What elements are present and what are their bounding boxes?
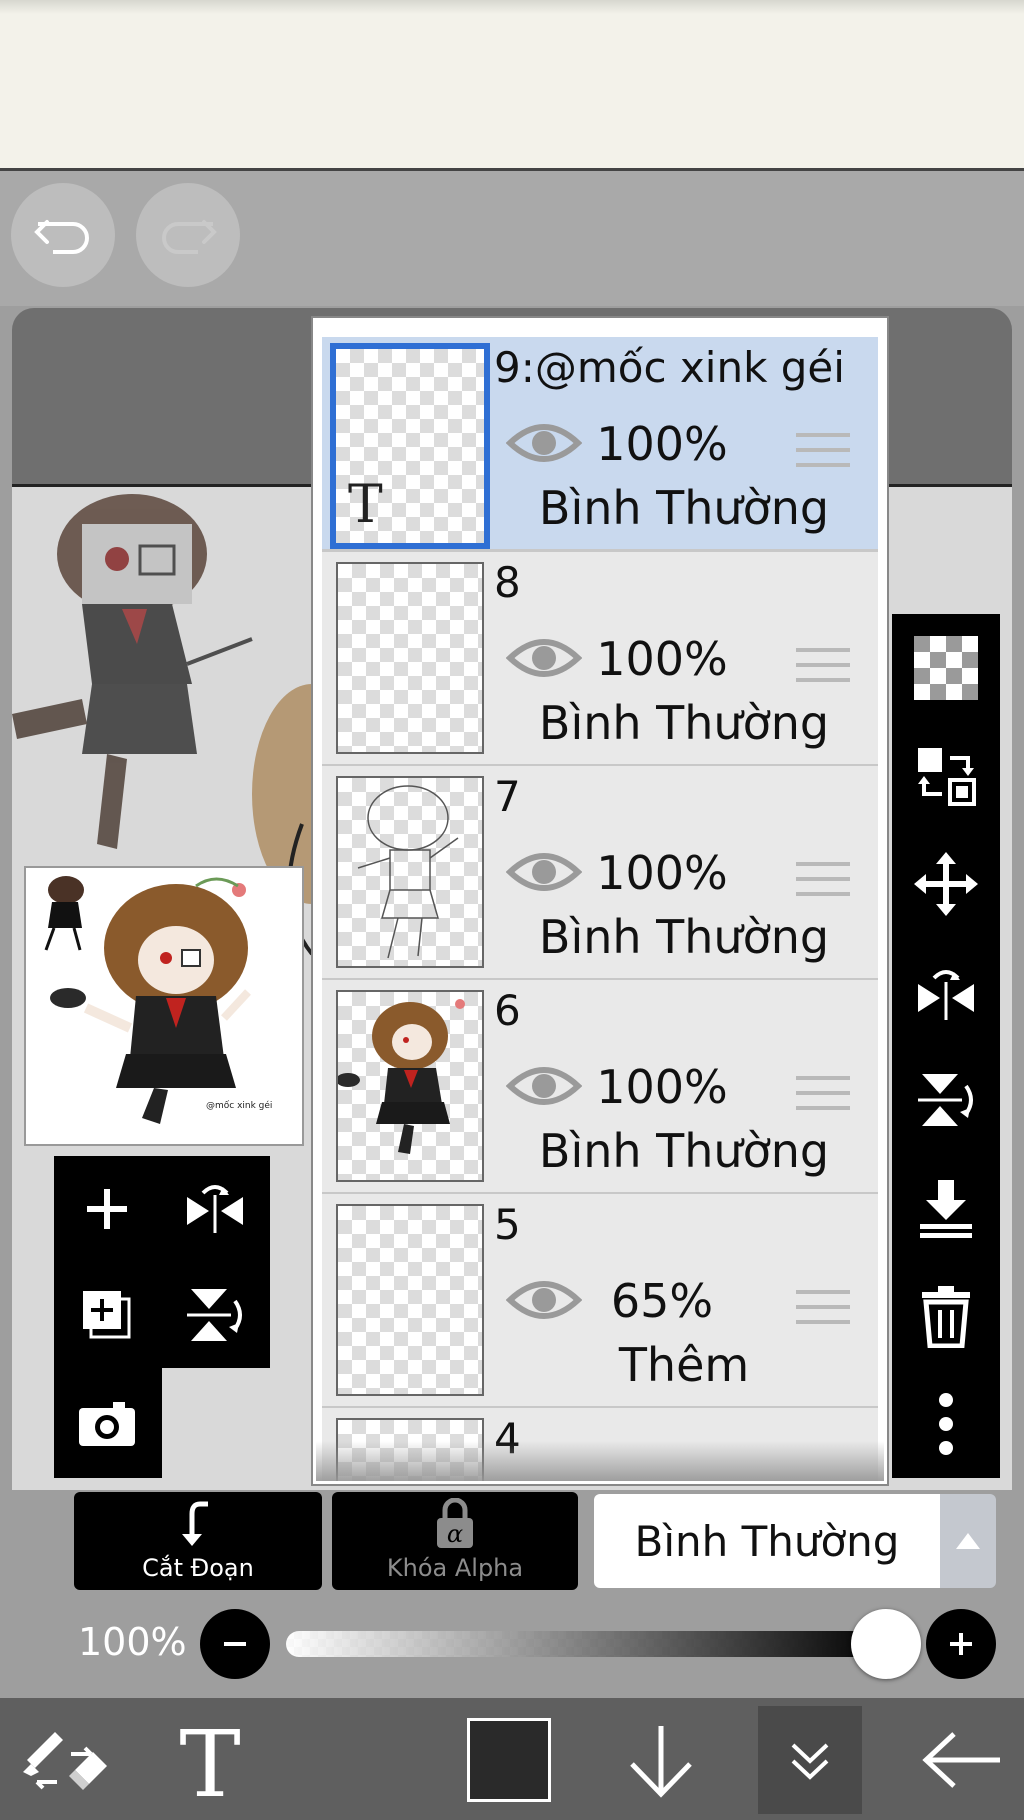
blend-mode-select[interactable]: Bình Thường	[594, 1494, 940, 1588]
arrow-left-icon	[922, 1732, 1000, 1788]
layer-thumbnail[interactable]	[336, 776, 484, 968]
back-button[interactable]	[912, 1706, 1012, 1814]
layer-row-9[interactable]: T 9:@mốc xink géi 100% Bình Thường	[322, 337, 878, 552]
layer-thumbnail[interactable]: T	[330, 343, 490, 549]
text-tool-button[interactable]: T	[160, 1706, 260, 1814]
delete-layer-button[interactable]	[906, 1276, 986, 1356]
move-icon	[914, 852, 978, 916]
color-swatch-button[interactable]	[464, 1706, 554, 1814]
flip-horizontal-icon	[187, 1185, 243, 1233]
drag-handle-icon[interactable]	[796, 648, 850, 693]
layer-blend-mode: Bình Thường	[538, 910, 830, 964]
drag-handle-icon[interactable]	[796, 433, 850, 478]
add-layer-button[interactable]	[62, 1164, 152, 1254]
trash-icon	[922, 1286, 970, 1348]
more-vertical-icon	[939, 1393, 953, 1455]
flip-vertical-icon	[187, 1289, 242, 1341]
svg-text:@mốc xink géi: @mốc xink géi	[206, 1100, 272, 1111]
text-layer-glyph: T	[348, 475, 383, 535]
lock-alpha-icon: α	[437, 1498, 473, 1548]
plus-icon	[87, 1189, 127, 1229]
collapse-panel-button[interactable]	[758, 1706, 862, 1814]
brush-eraser-icon	[23, 1732, 107, 1790]
preview-artwork: @mốc xink géi	[44, 876, 272, 1124]
current-color-swatch	[467, 1718, 551, 1802]
double-chevron-down-icon	[791, 1743, 829, 1780]
layer-opacity: 100%	[596, 632, 728, 686]
opacity-value-label: 100%	[78, 1620, 187, 1664]
text-tool-icon: T	[179, 1718, 240, 1802]
lineart-thumbnail-icon	[357, 785, 459, 959]
layer-thumbnail[interactable]	[336, 562, 484, 754]
drag-handle-icon[interactable]	[796, 862, 850, 907]
drag-handle-icon[interactable]	[796, 1290, 850, 1335]
swap-layer-button[interactable]	[906, 736, 986, 816]
undo-icon	[34, 220, 89, 254]
drag-handle-icon[interactable]	[796, 1076, 850, 1121]
flip-horizontal-layer-button[interactable]	[170, 1164, 260, 1254]
clipping-button[interactable]: Cắt Đoạn	[74, 1492, 322, 1590]
layer-blend-mode: Thêm	[618, 1338, 750, 1392]
blend-mode-dropdown-button[interactable]	[940, 1494, 996, 1588]
layer-row-5[interactable]: 5 65% Thêm	[322, 1194, 878, 1409]
merge-down-icon	[920, 1180, 972, 1238]
redo-icon	[162, 220, 217, 254]
status-area	[0, 0, 1024, 171]
brush-eraser-toggle-button[interactable]	[14, 1706, 114, 1814]
merge-down-button[interactable]	[906, 1168, 986, 1248]
undo-button[interactable]	[11, 183, 115, 287]
layer-thumbnail[interactable]	[336, 1204, 484, 1396]
layer-opacity: 100%	[596, 1060, 728, 1114]
character-thumbnail-icon	[336, 999, 465, 1154]
layer-blend-mode: Bình Thường	[538, 696, 830, 750]
layer-row-8[interactable]: 8 100% Bình Thường	[322, 552, 878, 767]
opacity-increase-button[interactable]	[926, 1609, 996, 1679]
layer-name: 7	[494, 772, 521, 821]
layer-opacity: 100%	[596, 417, 728, 471]
flip-vertical-button[interactable]	[906, 1060, 986, 1140]
download-button[interactable]	[616, 1706, 706, 1814]
triangle-up-icon	[956, 1533, 980, 1549]
transparent-fill-button[interactable]	[906, 628, 986, 708]
layer-name: 8	[494, 558, 521, 607]
more-options-button[interactable]	[906, 1384, 986, 1464]
layer-name: 6	[494, 986, 521, 1035]
clipping-arrow-icon	[182, 1501, 208, 1546]
layer-opacity: 100%	[596, 846, 728, 900]
alpha-lock-button[interactable]: α Khóa Alpha	[332, 1492, 578, 1590]
move-layer-button[interactable]	[906, 844, 986, 924]
minus-icon	[224, 1642, 246, 1646]
camera-button[interactable]	[62, 1378, 152, 1468]
alpha-lock-label: Khóa Alpha	[386, 1554, 524, 1582]
swap-icon	[918, 748, 976, 806]
layer-row-7[interactable]: 7 100% Bình Thường	[322, 766, 878, 981]
layer-blend-mode: Bình Thường	[538, 481, 830, 535]
redo-button[interactable]	[136, 183, 240, 287]
layer-blend-mode: Bình Thường	[538, 1124, 830, 1178]
layer-list-panel[interactable]: T 9:@mốc xink géi 100% Bình Thường 8 100…	[313, 318, 887, 1484]
arrow-down-icon	[630, 1726, 692, 1798]
layer-name: 9:@mốc xink géi	[494, 343, 845, 392]
flip-vertical-icon	[918, 1074, 973, 1126]
copy-layer-icon	[83, 1291, 131, 1339]
plus-icon	[950, 1633, 972, 1655]
flip-horizontal-icon	[918, 970, 974, 1020]
layer-row-6[interactable]: 6 100% Bình Thường	[322, 980, 878, 1195]
checkerboard-icon	[914, 636, 978, 700]
svg-text:α: α	[447, 1520, 463, 1548]
svg-text:T: T	[179, 1718, 240, 1802]
opacity-decrease-button[interactable]	[200, 1609, 270, 1679]
layer-opacity: 65%	[610, 1274, 714, 1328]
layer-name: 5	[494, 1200, 521, 1249]
canvas-preview[interactable]: @mốc xink géi	[24, 866, 304, 1146]
flip-vertical-layer-button[interactable]	[170, 1270, 260, 1360]
flip-horizontal-button[interactable]	[906, 952, 986, 1032]
opacity-slider[interactable]	[286, 1631, 886, 1657]
clipping-label: Cắt Đoạn	[142, 1554, 254, 1582]
camera-icon	[79, 1402, 135, 1446]
duplicate-layer-button[interactable]	[62, 1270, 152, 1360]
opacity-slider-knob[interactable]	[851, 1609, 921, 1679]
layer-thumbnail[interactable]	[336, 990, 484, 1182]
list-fade	[316, 1441, 884, 1481]
